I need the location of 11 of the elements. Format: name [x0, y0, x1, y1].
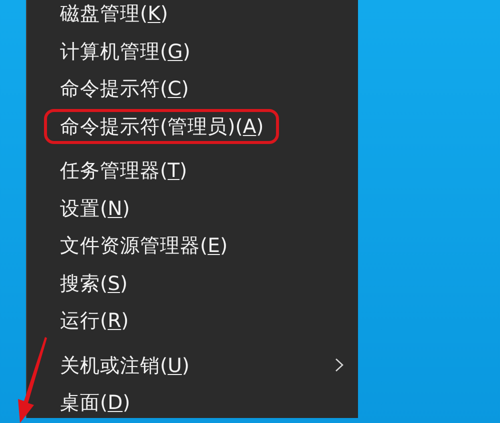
menu-item[interactable]: 文件资源管理器(E) [60, 234, 228, 258]
menu-item[interactable]: 关机或注销(U) [60, 354, 190, 377]
menu-item[interactable]: 运行(R) [60, 309, 129, 332]
menu-item[interactable]: 设置(N) [60, 196, 130, 220]
menu-item[interactable]: 命令提示符(管理员)(A) [60, 114, 264, 138]
menu-item[interactable]: 命令提示符(C) [60, 77, 189, 100]
menu-item[interactable]: 磁盘管理(K) [60, 2, 168, 26]
menu-item[interactable]: 计算机管理(G) [60, 40, 190, 63]
menu-item[interactable]: 任务管理器(T) [60, 159, 188, 182]
menu-item[interactable]: 桌面(D) [60, 391, 130, 414]
menu-item[interactable]: 搜索(S) [60, 272, 128, 295]
